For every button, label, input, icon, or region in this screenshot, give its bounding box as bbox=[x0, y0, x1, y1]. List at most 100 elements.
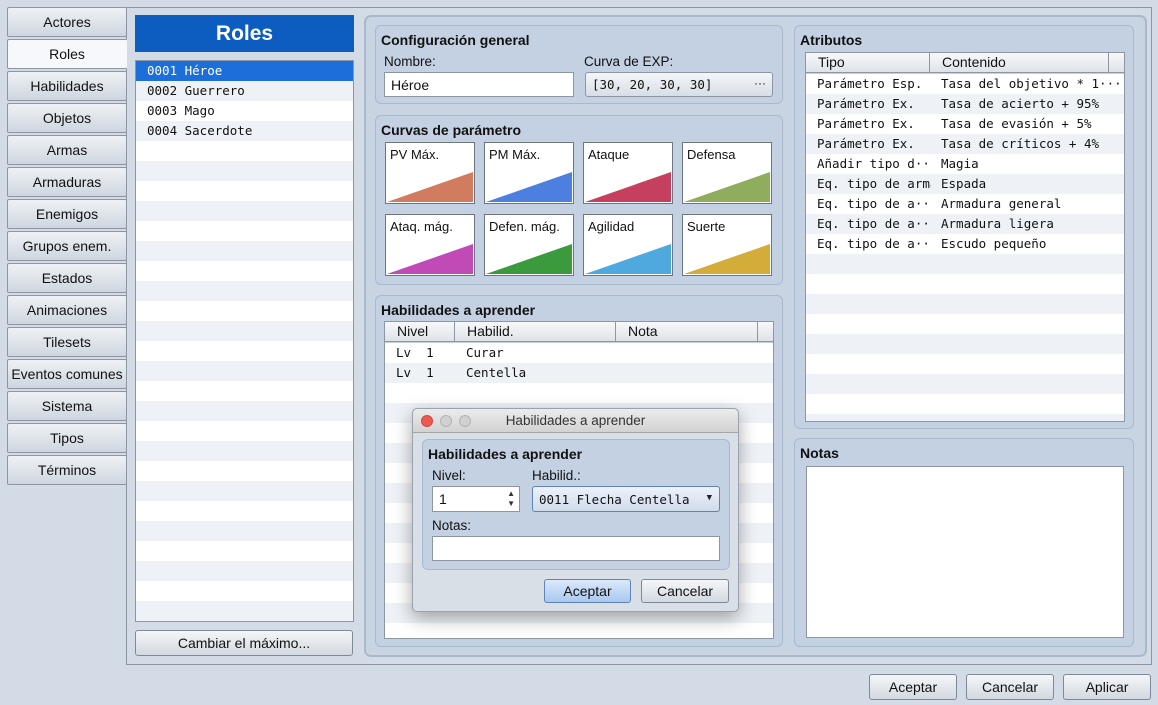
role-list-item[interactable]: 0003 Mago bbox=[136, 101, 353, 121]
notes-textarea[interactable] bbox=[806, 466, 1124, 638]
table-row[interactable]: Parámetro Ex. Tasa de acierto + 95% bbox=[806, 94, 1124, 114]
exp-curve-label: Curva de EXP: bbox=[584, 54, 674, 69]
nav-grupos-enem-[interactable]: Grupos enem. bbox=[7, 231, 127, 261]
param-curve-shape bbox=[486, 244, 572, 274]
level-spinner[interactable]: 1 ▲ ▼ bbox=[432, 486, 520, 512]
param-curve-graph bbox=[585, 172, 671, 202]
attributes-group: Atributos Tipo Contenido Parámetro Esp. T… bbox=[794, 25, 1134, 429]
attribute-cell-type: Eq. tipo de arma bbox=[817, 176, 931, 191]
general-settings-group: Configuración general Nombre: Héroe Curv… bbox=[375, 25, 783, 104]
param-curve-label: Defensa bbox=[687, 147, 736, 162]
change-max-button[interactable]: Cambiar el máximo... bbox=[135, 630, 353, 656]
skill-cell-level: Lv 1 bbox=[396, 365, 434, 380]
param-curve-label: Suerte bbox=[687, 219, 726, 234]
nav-tilesets[interactable]: Tilesets bbox=[7, 327, 127, 357]
table-row[interactable]: Lv 1 Centella bbox=[385, 363, 773, 383]
param-curve-card[interactable]: Agilidad bbox=[583, 214, 673, 276]
nav-habilidades[interactable]: Habilidades bbox=[7, 71, 127, 101]
nav-términos[interactable]: Términos bbox=[7, 455, 127, 485]
notes-title: Notas bbox=[800, 445, 839, 461]
dialog-notes-label: Notas: bbox=[432, 518, 472, 533]
col-note[interactable]: Nota bbox=[616, 322, 758, 342]
role-list-item[interactable]: 0002 Guerrero bbox=[136, 81, 353, 101]
chevron-down-icon[interactable]: ▼ bbox=[707, 493, 712, 503]
skill-select[interactable]: 0011 Flecha Centella ▼ bbox=[532, 486, 720, 512]
dialog-cancel-button[interactable]: Cancelar bbox=[641, 579, 729, 603]
nav-animaciones[interactable]: Animaciones bbox=[7, 295, 127, 325]
dialog-window-title: Habilidades a aprender bbox=[505, 413, 646, 428]
attribute-cell-type: Eq. tipo de a··· bbox=[817, 216, 931, 231]
param-curve-card[interactable]: Defensa bbox=[682, 142, 772, 204]
attribute-cell-content: Tasa de acierto + 95% bbox=[941, 96, 1100, 111]
footer-apply-button[interactable]: Aplicar bbox=[1063, 674, 1151, 700]
name-input-value: Héroe bbox=[391, 76, 430, 93]
table-row[interactable]: Parámetro Esp. Tasa del objetivo * 1··· bbox=[806, 74, 1124, 94]
table-row[interactable]: Lv 1 Curar bbox=[385, 343, 773, 363]
param-curve-graph bbox=[387, 172, 473, 202]
skill-learn-dialog: Habilidades a aprender Habilidades a apr… bbox=[412, 408, 739, 612]
param-curve-card[interactable]: Ataq. mág. bbox=[385, 214, 475, 276]
role-list-item[interactable]: 0001 Héroe bbox=[136, 61, 353, 81]
attributes-table-body[interactable]: Parámetro Esp. Tasa del objetivo * 1··· Pa… bbox=[806, 74, 1124, 421]
param-curve-label: PV Máx. bbox=[390, 147, 440, 162]
footer-cancel-button[interactable]: Cancelar bbox=[966, 674, 1054, 700]
name-input[interactable]: Héroe bbox=[384, 72, 574, 97]
param-curve-card[interactable]: PM Máx. bbox=[484, 142, 574, 204]
skill-cell-skill: Curar bbox=[466, 345, 504, 360]
table-row[interactable]: Eq. tipo de a··· Escudo pequeño bbox=[806, 234, 1124, 254]
nav-armas[interactable]: Armas bbox=[7, 135, 127, 165]
param-curve-card[interactable]: Defen. mág. bbox=[484, 214, 574, 276]
nav-eventos-comunes[interactable]: Eventos comunes bbox=[7, 359, 127, 389]
skills-table-header: Nivel Habilid. Nota bbox=[385, 322, 773, 342]
dialog-notes-input[interactable] bbox=[432, 536, 720, 561]
param-curve-card[interactable]: Ataque bbox=[583, 142, 673, 204]
nav-actores[interactable]: Actores bbox=[7, 7, 127, 37]
table-row[interactable]: Eq. tipo de a··· Armadura ligera bbox=[806, 214, 1124, 234]
role-list-item[interactable]: 0004 Sacerdote bbox=[136, 121, 353, 141]
attribute-cell-type: Eq. tipo de a··· bbox=[817, 196, 931, 211]
nav-roles[interactable]: Roles bbox=[7, 39, 127, 69]
dialog-titlebar[interactable]: Habilidades a aprender bbox=[413, 409, 738, 433]
col-content[interactable]: Contenido bbox=[930, 53, 1109, 73]
nav-estados[interactable]: Estados bbox=[7, 263, 127, 293]
param-curve-graph bbox=[486, 244, 572, 274]
param-curve-shape bbox=[585, 172, 671, 202]
col-level[interactable]: Nivel bbox=[385, 322, 455, 342]
roles-list[interactable]: 0001 Héroe 0002 Guerrero 0003 Mago 0004 Sac… bbox=[135, 60, 354, 622]
nav-tipos[interactable]: Tipos bbox=[7, 423, 127, 453]
table-row[interactable]: Añadir tipo d··· Magia bbox=[806, 154, 1124, 174]
col-type[interactable]: Tipo bbox=[806, 53, 930, 73]
nav-objetos[interactable]: Objetos bbox=[7, 103, 127, 133]
param-curve-graph bbox=[486, 172, 572, 202]
dialog-level-label: Nivel: bbox=[432, 468, 466, 483]
footer-ok-button[interactable]: Aceptar bbox=[869, 674, 957, 700]
attribute-cell-type: Parámetro Esp. bbox=[817, 76, 923, 91]
attribute-cell-content: Espada bbox=[941, 176, 987, 191]
param-curve-label: Ataq. mág. bbox=[390, 219, 453, 234]
nav-sistema[interactable]: Sistema bbox=[7, 391, 127, 421]
attributes-title: Atributos bbox=[800, 32, 863, 48]
table-row[interactable]: Eq. tipo de a··· Armadura general bbox=[806, 194, 1124, 214]
param-curve-shape bbox=[387, 244, 473, 274]
name-label: Nombre: bbox=[384, 54, 436, 69]
skill-cell-level: Lv 1 bbox=[396, 345, 434, 360]
param-curve-shape bbox=[684, 244, 770, 274]
param-curve-label: Agilidad bbox=[588, 219, 635, 234]
exp-curve-field[interactable]: [30, 20, 30, 30] ··· bbox=[585, 72, 773, 97]
table-row[interactable]: Parámetro Ex. Tasa de críticos + 4% bbox=[806, 134, 1124, 154]
nav-enemigos[interactable]: Enemigos bbox=[7, 199, 127, 229]
col-skill[interactable]: Habilid. bbox=[455, 322, 616, 342]
nav-armaduras[interactable]: Armaduras bbox=[7, 167, 127, 197]
attributes-table[interactable]: Tipo Contenido Parámetro Esp. Tasa del ob… bbox=[805, 52, 1125, 422]
param-curve-label: Defen. mág. bbox=[489, 219, 560, 234]
param-curve-card[interactable]: Suerte bbox=[682, 214, 772, 276]
table-row[interactable]: Eq. tipo de arma Espada bbox=[806, 174, 1124, 194]
table-row[interactable]: Parámetro Ex. Tasa de evasión + 5% bbox=[806, 114, 1124, 134]
param-curves-title: Curvas de parámetro bbox=[381, 122, 522, 138]
spinner-arrows-icon[interactable]: ▲ ▼ bbox=[507, 489, 515, 509]
param-curve-card[interactable]: PV Máx. bbox=[385, 142, 475, 204]
dialog-ok-button[interactable]: Aceptar bbox=[544, 579, 631, 603]
exp-curve-ellipsis-icon[interactable]: ··· bbox=[754, 76, 766, 90]
param-curve-shape bbox=[684, 172, 770, 202]
attribute-cell-content: Magia bbox=[941, 156, 979, 171]
